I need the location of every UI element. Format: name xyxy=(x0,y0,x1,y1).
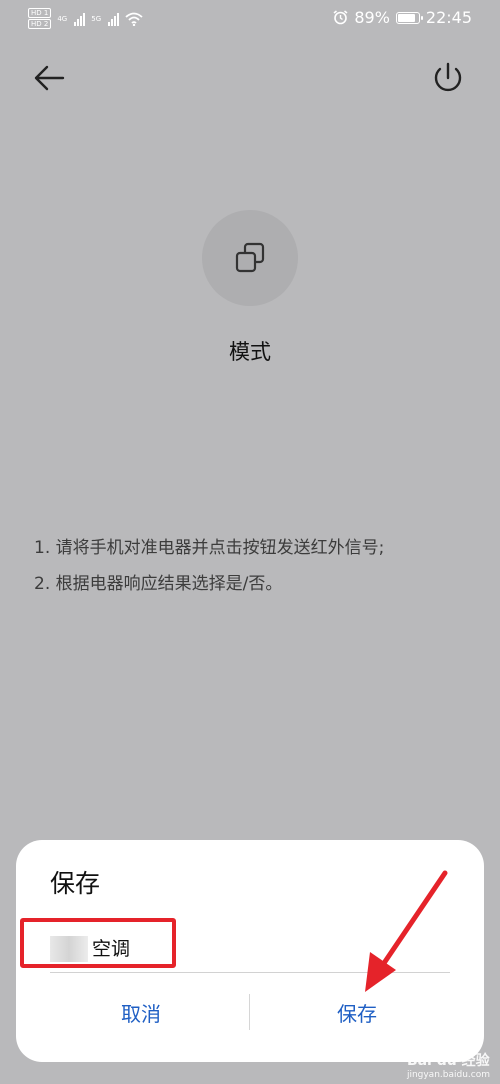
power-button[interactable] xyxy=(428,58,468,98)
hd-badge-1: HD 1 xyxy=(28,8,52,18)
watermark-url: jingyan.baidu.com xyxy=(406,1070,490,1080)
back-arrow-icon xyxy=(34,65,65,91)
signal-icon-2 xyxy=(108,12,120,26)
button-divider xyxy=(249,994,250,1030)
mode-icon xyxy=(235,242,265,273)
save-dialog: 保存 空调 取消 保存 xyxy=(16,840,484,1062)
battery-percent: 89% xyxy=(354,8,390,27)
network-label-2: 5G xyxy=(91,14,102,23)
instruction-line-1: 1. 请将手机对准电器并点击按钮发送红外信号; xyxy=(34,538,385,558)
annotation-highlight-box xyxy=(20,918,176,968)
cancel-button[interactable]: 取消 xyxy=(100,992,182,1032)
alarm-icon xyxy=(333,10,348,25)
status-bar: HD 1 HD 2 4G 5G 89% 22:45 xyxy=(0,0,500,40)
hd-badges: HD 1 HD 2 xyxy=(28,8,52,29)
mode-button[interactable] xyxy=(202,210,298,306)
battery-icon xyxy=(395,11,423,24)
status-right: 89% 22:45 xyxy=(333,8,472,27)
watermark-logo: Bai du 经验 jingyan.baidu.com xyxy=(407,1050,490,1080)
save-button[interactable]: 保存 xyxy=(316,992,398,1032)
mode-label: 模式 xyxy=(229,340,271,364)
signal-icon-1 xyxy=(74,12,86,26)
watermark-brand: Bai du 经验 xyxy=(406,1053,490,1069)
instruction-line-2: 2. 根据电器响应结果选择是/否。 xyxy=(34,574,283,594)
status-left: HD 1 HD 2 4G 5G xyxy=(28,8,143,29)
dialog-title: 保存 xyxy=(50,869,101,898)
back-button[interactable] xyxy=(30,60,70,96)
battery-fill xyxy=(397,13,415,22)
instructions: 1. 请将手机对准电器并点击按钮发送红外信号; 2. 根据电器响应结果选择是/否… xyxy=(34,530,474,602)
network-label-1: 4G xyxy=(57,14,68,23)
wifi-icon xyxy=(125,12,143,26)
status-time: 22:45 xyxy=(425,8,472,27)
power-icon xyxy=(434,62,462,92)
hd-badge-2: HD 2 xyxy=(28,19,52,29)
